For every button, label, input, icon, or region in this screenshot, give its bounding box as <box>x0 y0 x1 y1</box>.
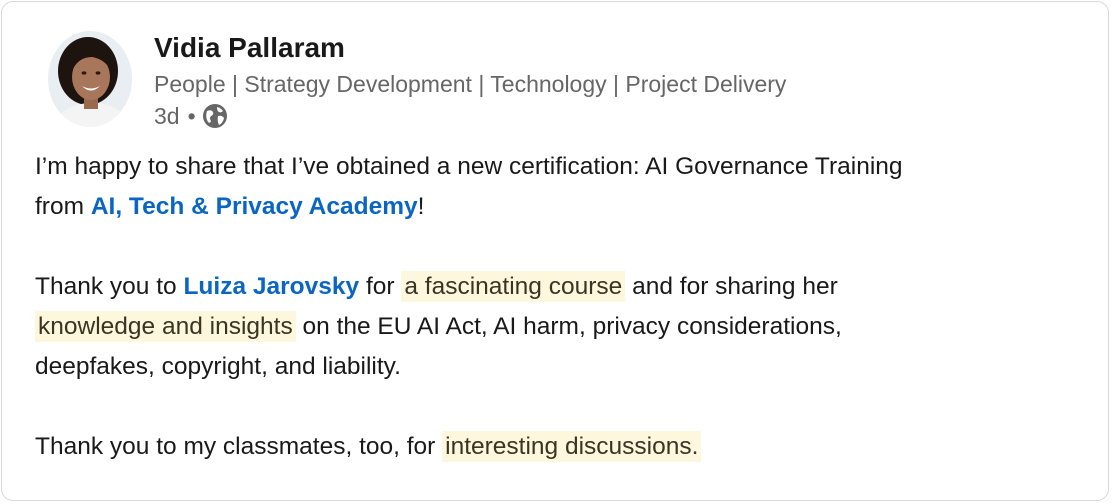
highlighted-text: interesting discussions. <box>442 431 702 462</box>
post-body: I’m happy to share that I’ve obtained a … <box>35 147 1095 467</box>
body-line: Thank you to Luiza Jarovsky for a fascin… <box>35 267 1095 307</box>
academy-link[interactable]: AI, Tech & Privacy Academy <box>91 193 418 220</box>
post-timestamp: 3d <box>154 102 180 129</box>
author-headline: People | Strategy Development | Technolo… <box>154 71 787 97</box>
post-card: Vidia Pallaram People | Strategy Develop… <box>1 1 1109 501</box>
mention-link[interactable]: Luiza Jarovsky <box>183 273 359 300</box>
body-text: and for sharing her <box>625 273 838 300</box>
body-line: I’m happy to share that I’ve obtained a … <box>35 147 1095 187</box>
author-name[interactable]: Vidia Pallaram <box>154 31 345 65</box>
globe-icon <box>202 103 228 129</box>
avatar-image <box>48 31 132 127</box>
body-text: Thank you to my classmates, too, for <box>35 433 443 460</box>
post-meta: 3d • <box>154 100 228 132</box>
body-text: deepfakes, copyright, and liability. <box>35 353 401 380</box>
body-text: for <box>359 273 402 300</box>
body-text: from <box>35 193 91 220</box>
body-text: ! <box>417 193 425 220</box>
body-text: on the EU AI Act, AI harm, privacy consi… <box>295 313 842 340</box>
body-line: deepfakes, copyright, and liability. <box>35 347 1095 387</box>
highlighted-text: a fascinating course <box>401 271 626 302</box>
body-line: Thank you to my classmates, too, for int… <box>35 427 1095 467</box>
author-avatar[interactable] <box>48 31 132 127</box>
body-line: knowledge and insights on the EU AI Act,… <box>35 307 1095 347</box>
body-text: I’m happy to share that I’ve obtained a … <box>35 153 903 180</box>
meta-separator: • <box>187 102 196 129</box>
body-line: from AI, Tech & Privacy Academy! <box>35 187 1095 227</box>
highlighted-text: knowledge and insights <box>35 311 296 342</box>
body-text: Thank you to <box>35 273 184 300</box>
